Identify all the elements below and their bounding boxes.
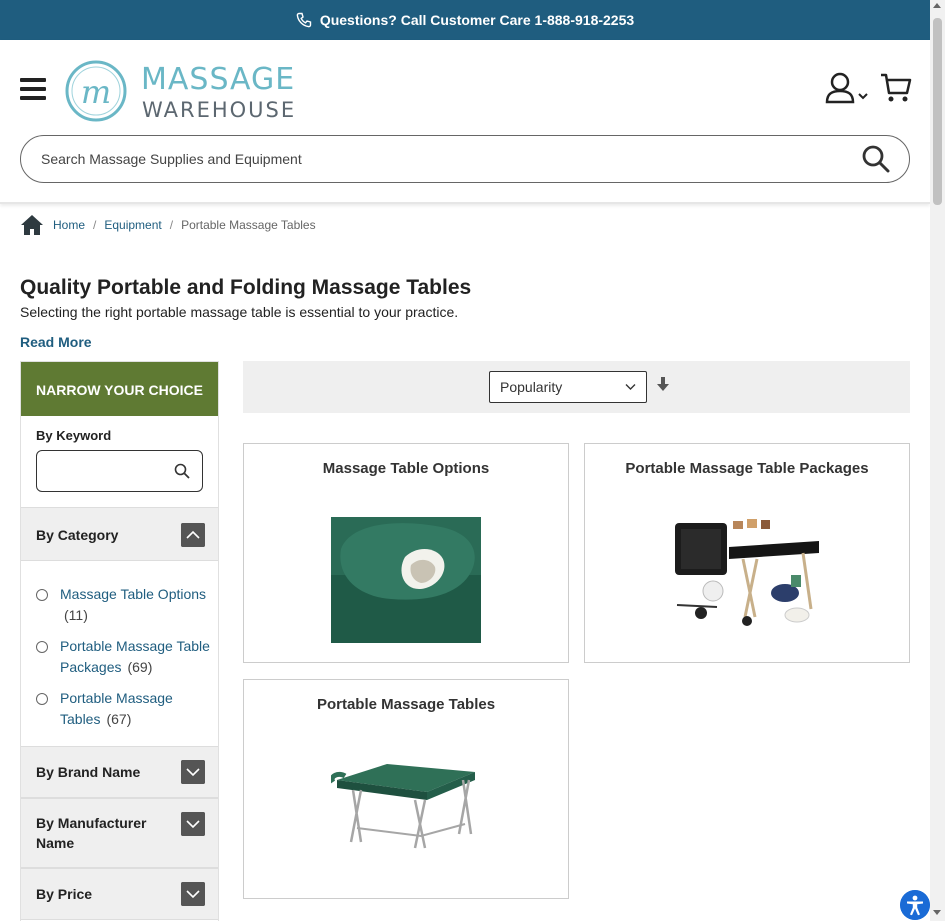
category-radio[interactable]	[36, 641, 48, 653]
chevron-down-icon[interactable]	[181, 812, 205, 836]
sort-bar: Popularity	[243, 361, 910, 413]
read-more-link[interactable]: Read More	[20, 334, 92, 350]
menu-line	[20, 96, 46, 100]
account-icon[interactable]	[824, 72, 872, 106]
logo-text-massage: MASSAGE	[141, 62, 296, 97]
category-option[interactable]: Portable Massage Tables (67)	[36, 688, 211, 730]
card-title[interactable]: Massage Table Options	[244, 460, 568, 477]
scrollbar-thumb[interactable]	[933, 18, 942, 205]
breadcrumb-separator: /	[93, 218, 97, 232]
menu-button[interactable]	[20, 78, 46, 102]
page-scrollbar[interactable]	[930, 0, 945, 921]
facet-brand[interactable]: By Brand Name	[21, 746, 218, 798]
keyword-search	[36, 450, 203, 492]
chevron-up-icon[interactable]	[181, 523, 205, 547]
home-icon[interactable]	[20, 214, 44, 236]
facet-manufacturer[interactable]: By Manufacturer Name	[21, 798, 218, 868]
narrow-choice-heading: NARROW YOUR CHOICE	[21, 362, 218, 416]
category-card[interactable]: Massage Table Options	[243, 443, 569, 663]
facet-category[interactable]: By Category	[21, 507, 218, 561]
sort-select[interactable]: Popularity	[489, 371, 647, 403]
facet-title: By Manufacturer Name	[36, 815, 147, 851]
chevron-down-icon	[625, 384, 636, 390]
sort-direction-arrow-icon[interactable]	[657, 377, 669, 392]
site-search	[20, 135, 910, 183]
phone-icon	[296, 12, 312, 28]
category-card[interactable]: Portable Massage Table Packages	[584, 443, 910, 663]
search-icon[interactable]	[861, 144, 891, 174]
menu-line	[20, 78, 46, 82]
keyword-input[interactable]	[47, 453, 174, 489]
scroll-up-arrow-icon[interactable]	[933, 3, 941, 8]
page-subtitle: Selecting the right portable massage tab…	[20, 304, 459, 320]
menu-line	[20, 87, 46, 91]
page-title: Quality Portable and Folding Massage Tab…	[20, 276, 472, 299]
cart-icon[interactable]	[880, 72, 912, 104]
category-option[interactable]: Massage Table Options (11)	[36, 584, 211, 626]
portable-table-image[interactable]	[331, 750, 481, 850]
accessibility-icon[interactable]	[900, 890, 930, 920]
table-package-image[interactable]	[673, 517, 823, 627]
facet-price[interactable]: By Price	[21, 868, 218, 920]
sort-selected-value: Popularity	[500, 379, 563, 395]
logo-text-warehouse: WAREHOUSE	[142, 98, 297, 122]
card-title[interactable]: Portable Massage Table Packages	[585, 460, 909, 477]
facet-title: By Price	[36, 886, 93, 902]
logo-mark-icon: m	[65, 60, 127, 122]
customer-care-text[interactable]: Questions? Call Customer Care 1-888-918-…	[320, 12, 634, 28]
breadcrumb: Home / Equipment / Portable Massage Tabl…	[20, 214, 316, 236]
category-card[interactable]: Portable Massage Tables	[243, 679, 569, 899]
site-header: m MASSAGE WAREHOUSE	[0, 40, 930, 204]
breadcrumb-current: Portable Massage Tables	[181, 218, 316, 232]
chevron-down-icon[interactable]	[181, 882, 205, 906]
category-option[interactable]: Portable Massage Table Packages (69)	[36, 636, 211, 678]
scroll-down-arrow-icon[interactable]	[933, 910, 941, 915]
facet-title: By Brand Name	[36, 764, 141, 780]
face-cradle-image[interactable]	[331, 517, 481, 643]
search-icon[interactable]	[174, 463, 190, 479]
category-count: (69)	[127, 659, 153, 675]
filter-sidebar: NARROW YOUR CHOICE By Keyword By Categor…	[20, 361, 219, 921]
announcement-bar: Questions? Call Customer Care 1-888-918-…	[0, 0, 930, 40]
card-title[interactable]: Portable Massage Tables	[244, 696, 568, 713]
category-radio[interactable]	[36, 589, 48, 601]
breadcrumb-equipment[interactable]: Equipment	[104, 218, 161, 232]
keyword-label: By Keyword	[36, 428, 112, 443]
site-logo[interactable]: m MASSAGE WAREHOUSE	[64, 58, 294, 124]
category-label[interactable]: Massage Table Options (11)	[60, 584, 210, 626]
svg-text:m: m	[81, 73, 111, 111]
category-label[interactable]: Portable Massage Tables (67)	[60, 688, 210, 730]
breadcrumb-home[interactable]: Home	[53, 218, 85, 232]
facet-title: By Category	[36, 527, 119, 543]
category-label[interactable]: Portable Massage Table Packages (69)	[60, 636, 210, 678]
category-count: (67)	[106, 711, 132, 727]
chevron-down-icon[interactable]	[181, 760, 205, 784]
breadcrumb-separator: /	[169, 218, 174, 232]
category-count: (11)	[64, 607, 88, 623]
category-radio[interactable]	[36, 693, 48, 705]
search-input[interactable]	[41, 137, 861, 181]
